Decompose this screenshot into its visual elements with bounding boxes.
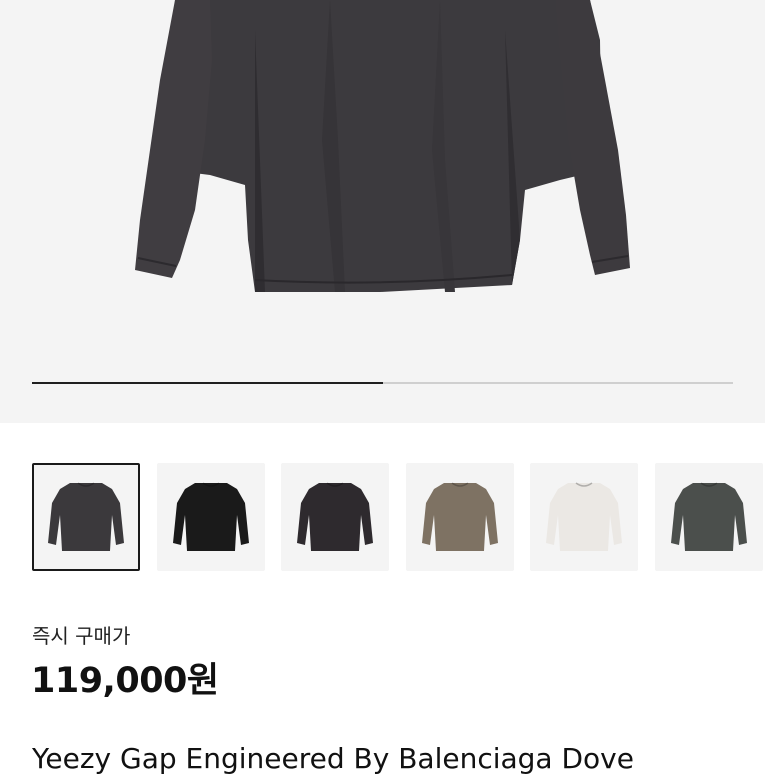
main-product-image [135, 0, 630, 292]
thumbnail-dark-green[interactable] [654, 463, 763, 571]
thumbnail-strip[interactable] [32, 463, 765, 573]
instant-buy-price: 119,000원 [31, 661, 219, 701]
thumbnail-black[interactable] [156, 463, 265, 571]
thumbnail-shirt-image [297, 482, 373, 551]
thumbnail-shirt-image [670, 482, 747, 551]
thumbnail-dark-grey[interactable] [281, 463, 389, 571]
thumbnail-white[interactable] [530, 463, 638, 571]
thumbnail-shirt-image [421, 482, 498, 551]
gallery-progress-track [32, 382, 733, 384]
thumbnail-shirt-image [546, 482, 622, 551]
product-image-gallery[interactable] [0, 0, 765, 423]
thumbnail-shirt-image [48, 482, 124, 551]
instant-buy-price-label: 즉시 구매가 [32, 624, 131, 648]
thumbnail-washed-black[interactable] [32, 463, 140, 571]
product-title: Yeezy Gap Engineered By Balenciaga Dove [32, 742, 634, 775]
gallery-progress-fill [32, 382, 383, 384]
thumbnail-taupe[interactable] [405, 463, 514, 571]
thumbnail-shirt-image [172, 482, 249, 551]
